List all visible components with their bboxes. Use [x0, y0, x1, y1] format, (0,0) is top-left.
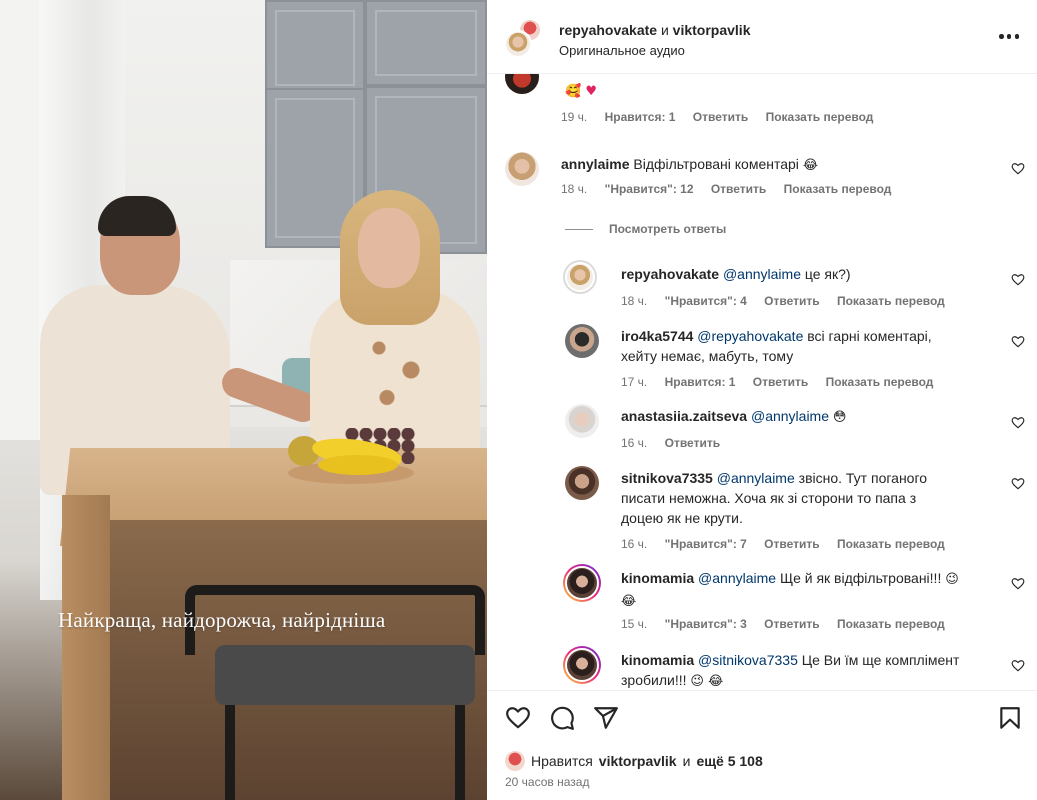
avatar[interactable] [563, 564, 601, 602]
comment-username[interactable]: anastasiia.zaitseva [621, 408, 747, 424]
avatar[interactable] [563, 646, 601, 684]
comments-list[interactable]: 🥰 ♥ 19 ч. Нравится: 1 Ответить Показать … [487, 74, 1037, 690]
comment-username[interactable]: sitnikova7335 [621, 470, 713, 486]
mention-link[interactable]: @repyahovakate [697, 328, 803, 344]
collab-avatars[interactable] [504, 18, 544, 58]
translate-button[interactable]: Показать перевод [826, 375, 934, 389]
comment-username[interactable]: iro4ka5744 [621, 328, 693, 344]
comment-username[interactable]: repyahovakate [621, 266, 719, 282]
audio-link[interactable]: Оригинальное аудио [559, 43, 685, 58]
chevron-icon[interactable] [1011, 74, 1025, 76]
translate-button[interactable]: Показать перевод [784, 182, 892, 196]
media-caption: Найкраща, найдорожча, найрідніша [58, 608, 386, 632]
island-leg [62, 495, 110, 800]
heart-icon[interactable] [1011, 416, 1025, 430]
likes-count[interactable]: "Нравится": 4 [665, 294, 747, 308]
banana [318, 455, 398, 475]
reply-button[interactable]: Ответить [764, 294, 819, 308]
likes-count[interactable]: Нравится: 1 [605, 110, 676, 124]
comment-username[interactable]: annylaime [561, 156, 629, 172]
man-figure [40, 196, 323, 495]
bookmark-icon[interactable] [997, 705, 1023, 731]
post-timestamp[interactable]: 20 часов назад [505, 775, 589, 789]
cabinet [365, 0, 487, 86]
heart-icon[interactable] [1011, 335, 1025, 349]
avatar[interactable] [563, 260, 597, 294]
view-replies-button[interactable]: Посмотреть ответы [565, 222, 726, 236]
likes-count[interactable]: Нравится: 1 [665, 375, 736, 389]
likes-count[interactable]: "Нравится": 7 [665, 537, 747, 551]
translate-button[interactable]: Показать перевод [766, 110, 874, 124]
heart-icon[interactable] [1011, 477, 1025, 491]
cabinet [265, 0, 365, 96]
reply-button[interactable]: Ответить [764, 617, 819, 631]
avatar[interactable] [505, 74, 539, 94]
likes-count[interactable]: "Нравится": 12 [605, 182, 694, 196]
author-link[interactable]: repyahovakate [559, 22, 657, 38]
reply-button[interactable]: Ответить [711, 182, 766, 196]
avatar[interactable] [565, 404, 599, 438]
mention-link[interactable]: @annylaime [723, 266, 801, 282]
avatar[interactable] [504, 30, 532, 58]
likes-count[interactable]: "Нравится": 3 [665, 617, 747, 631]
translate-button[interactable]: Показать перевод [837, 617, 945, 631]
mention-link[interactable]: @annylaime [717, 470, 795, 486]
heart-icon[interactable] [1011, 273, 1025, 287]
avatar [505, 751, 525, 771]
woman-figure [300, 190, 480, 490]
likes-count-link[interactable]: ещё 5 108 [696, 753, 762, 769]
comment-username[interactable]: kinomamia [621, 570, 694, 586]
more-options-icon[interactable] [999, 34, 1019, 40]
reply-button[interactable]: Ответить [753, 375, 808, 389]
author-link[interactable]: viktorpavlik [673, 22, 751, 38]
avatar[interactable] [565, 324, 599, 358]
post-authors: repyahovakate и viktorpavlik [559, 22, 751, 38]
avatar[interactable] [565, 466, 599, 500]
heart-icon[interactable] [1011, 577, 1025, 591]
reply-button[interactable]: Ответить [693, 110, 748, 124]
avatar[interactable] [505, 152, 539, 186]
post-header: repyahovakate и viktorpavlik Оригинально… [487, 0, 1037, 74]
heart-icon[interactable] [1011, 162, 1025, 176]
likes-summary[interactable]: Нравится viktorpavlik и ещё 5 108 [505, 751, 763, 771]
post-panel: repyahovakate и viktorpavlik Оригинально… [487, 0, 1037, 800]
mention-link[interactable]: @annylaime [751, 408, 829, 424]
like-heart-icon[interactable] [505, 705, 531, 731]
reply-button[interactable]: Ответить [764, 537, 819, 551]
mention-link[interactable]: @annylaime [698, 570, 776, 586]
comment-username[interactable]: kinomamia [621, 652, 694, 668]
heart-icon[interactable] [1011, 659, 1025, 673]
post-actions: Нравится viktorpavlik и ещё 5 108 20 час… [487, 690, 1037, 800]
liker-link[interactable]: viktorpavlik [599, 753, 677, 769]
comment-icon[interactable] [549, 705, 575, 731]
share-icon[interactable] [593, 705, 619, 731]
post-media[interactable]: Найкраща, найдорожча, найрідніша [0, 0, 487, 800]
translate-button[interactable]: Показать перевод [837, 294, 945, 308]
mention-link[interactable]: @sitnikova7335 [698, 652, 798, 668]
reply-button[interactable]: Ответить [665, 436, 720, 450]
translate-button[interactable]: Показать перевод [837, 537, 945, 551]
